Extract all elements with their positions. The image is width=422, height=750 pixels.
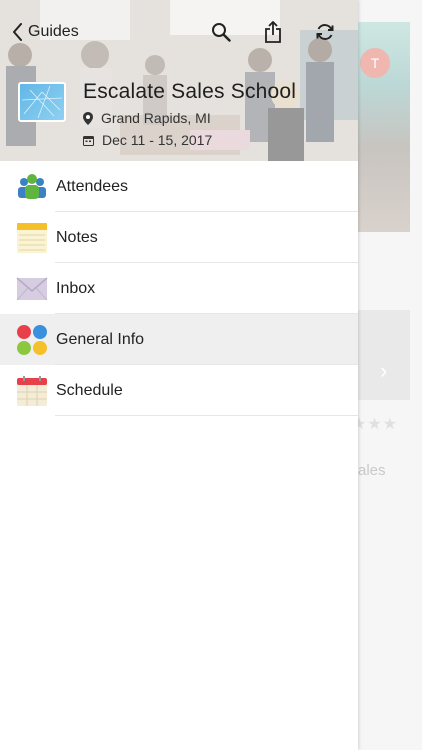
background-text: ales — [358, 462, 386, 479]
location-pin-icon — [83, 111, 93, 125]
drawer-header: Guides Escalate Sales School Grand Rapid… — [0, 0, 358, 161]
event-info: Escalate Sales School Grand Rapids, MI D… — [83, 80, 296, 148]
menu-label-schedule: Schedule — [56, 381, 123, 399]
event-summary: Escalate Sales School Grand Rapids, MI D… — [18, 80, 296, 148]
event-title: Escalate Sales School — [83, 80, 297, 103]
envelope-icon — [16, 273, 48, 305]
menu-label-general-info: General Info — [56, 330, 145, 348]
background-avatar: T — [360, 48, 390, 78]
chevron-left-icon — [13, 23, 22, 41]
back-button[interactable]: Guides — [12, 23, 79, 41]
side-drawer: Guides Escalate Sales School Grand Rapid… — [0, 0, 358, 750]
calendar-small-icon — [83, 135, 94, 146]
header-actions — [210, 21, 336, 43]
rating-stars-icon: ★★★ — [352, 416, 399, 433]
share-icon — [265, 21, 281, 43]
event-dates: Dec 11 - 15, 2017 — [83, 132, 296, 148]
drawer-menu: Attendees Notes Inbox General Info Sched… — [0, 161, 358, 416]
colored-dots-icon — [16, 324, 48, 356]
menu-item-inbox[interactable]: Inbox — [0, 263, 358, 314]
people-icon — [16, 171, 48, 203]
back-label: Guides — [28, 23, 79, 40]
menu-item-attendees[interactable]: Attendees — [0, 161, 358, 212]
search-button[interactable] — [210, 21, 232, 43]
menu-label-attendees: Attendees — [56, 177, 129, 195]
event-location: Grand Rapids, MI — [83, 110, 296, 126]
menu-divider — [55, 415, 358, 416]
network-lines-icon — [21, 85, 63, 119]
drawer-topbar: Guides — [0, 14, 358, 50]
menu-item-notes[interactable]: Notes — [0, 212, 358, 263]
share-button[interactable] — [262, 21, 284, 43]
menu-label-inbox: Inbox — [56, 279, 96, 297]
background-card — [358, 310, 410, 400]
refresh-button[interactable] — [314, 21, 336, 43]
event-dates-text: Dec 11 - 15, 2017 — [102, 132, 213, 148]
event-logo — [18, 82, 66, 122]
chevron-right-icon: › — [380, 358, 388, 383]
menu-item-general-info[interactable]: General Info — [0, 314, 358, 365]
search-icon — [212, 23, 231, 42]
calendar-icon — [16, 375, 48, 407]
menu-item-schedule[interactable]: Schedule — [0, 365, 358, 416]
refresh-icon — [316, 24, 334, 40]
event-location-text: Grand Rapids, MI — [101, 110, 211, 126]
notepad-icon — [16, 222, 48, 254]
menu-label-notes: Notes — [56, 228, 98, 246]
